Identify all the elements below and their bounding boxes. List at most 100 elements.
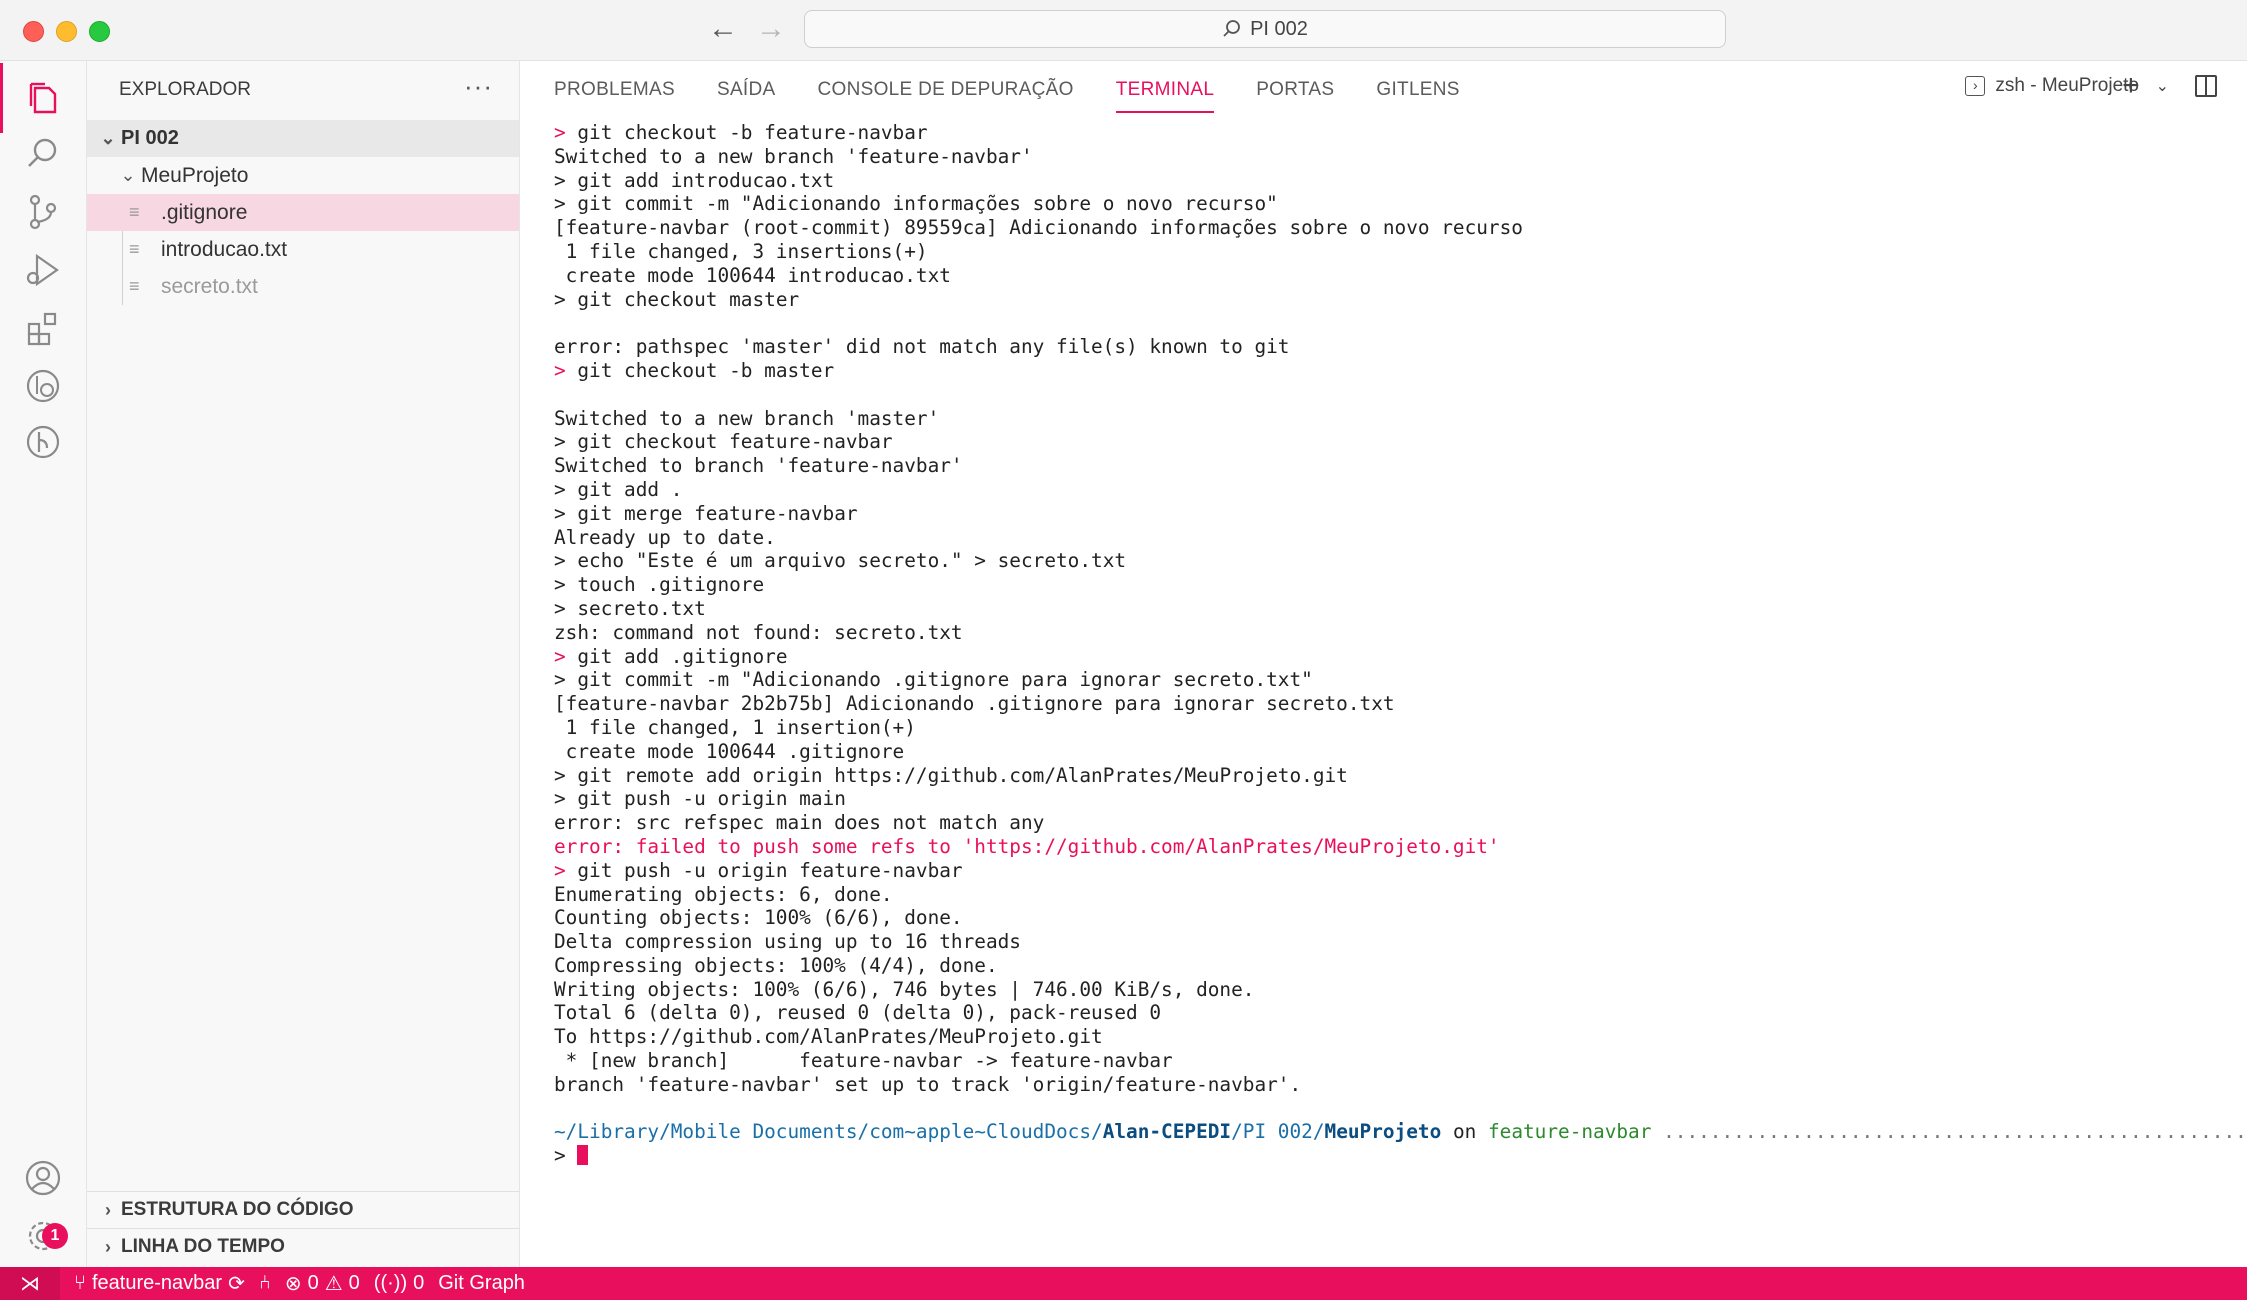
activity-bar: 1 — [0, 61, 87, 1267]
terminal-line: [feature-navbar 2b2b75b] Adicionando .gi… — [554, 692, 2244, 716]
command-text: git merge feature-navbar — [577, 501, 858, 525]
command-text: git checkout master — [577, 287, 800, 311]
git-graph-button[interactable]: Git Graph — [438, 1272, 525, 1295]
terminal-line: Compressing objects: 100% (4/4), done. — [554, 954, 2244, 978]
terminal-line: Switched to a new branch 'master' — [554, 407, 2244, 431]
terminal-name: zsh - MeuProjeto — [1995, 75, 2139, 96]
tab-debug-console[interactable]: CONSOLE DE DEPURAÇÃO — [818, 61, 1074, 113]
folder-label: MeuProjeto — [141, 163, 249, 187]
output-text: 1 file changed, 1 insertion(+) — [554, 715, 916, 739]
terminal-line: > git add . — [554, 478, 2244, 502]
prompt-path-user: Alan-CEPEDI — [1102, 1120, 1232, 1144]
timeline-section[interactable]: › LINHA DO TEMPO — [87, 1228, 519, 1265]
output-text: Compressing objects: 100% (4/4), done. — [554, 953, 998, 977]
maximize-window-button[interactable] — [89, 21, 110, 42]
prompt-symbol: > — [554, 787, 578, 811]
back-arrow-icon[interactable]: ← — [708, 14, 738, 44]
error-count: 0 — [307, 1272, 319, 1294]
command-text: git push -u origin main — [577, 787, 846, 811]
terminal-line: > git merge feature-navbar — [554, 502, 2244, 526]
bottom-panel: PROBLEMAS SAÍDA CONSOLE DE DEPURAÇÃO TER… — [520, 61, 2247, 1267]
output-text: Switched to a new branch 'master' — [554, 406, 940, 430]
output-text: Total 6 (delta 0), reused 0 (delta 0), p… — [554, 1001, 1162, 1025]
prompt-input-line: > — [554, 1144, 2244, 1168]
terminal-line: Counting objects: 100% (6/6), done. — [554, 906, 2244, 930]
terminal-line: branch 'feature-navbar' set up to track … — [554, 1073, 2244, 1097]
chevron-down-icon[interactable]: ⌄ — [2156, 76, 2169, 96]
problems-indicator[interactable]: ⊗ 0 ⚠ 0 — [285, 1271, 360, 1296]
command-text: git add introducao.txt — [577, 168, 835, 192]
explorer-sidebar: EXPLORADOR ··· ⌄ PI 002 ⌄ MeuProjeto ≡ .… — [87, 61, 520, 1267]
prompt-symbol: > — [554, 477, 578, 501]
file-label: introducao.txt — [161, 237, 288, 261]
tab-terminal[interactable]: TERMINAL — [1115, 61, 1215, 113]
workspace-root[interactable]: ⌄ PI 002 — [87, 120, 519, 157]
tab-output[interactable]: SAÍDA — [717, 61, 776, 113]
terminal-line: > git checkout -b feature-navbar — [554, 121, 2244, 145]
forward-arrow-icon[interactable]: → — [756, 14, 786, 44]
panel-tabs: PROBLEMAS SAÍDA CONSOLE DE DEPURAÇÃO TER… — [554, 61, 1502, 113]
prompt-symbol: > — [554, 358, 578, 382]
output-text: Writing objects: 100% (6/6), 746 bytes |… — [554, 977, 1255, 1001]
prompt-symbol: > — [554, 858, 578, 882]
minimize-window-button[interactable] — [56, 21, 77, 42]
outline-section[interactable]: › ESTRUTURA DO CÓDIGO — [87, 1191, 519, 1228]
terminal-line: > git commit -m "Adicionando informações… — [554, 192, 2244, 216]
prompt-symbol: > — [554, 668, 578, 692]
file-secreto[interactable]: ≡ secreto.txt — [87, 268, 519, 305]
prompt-symbol: > — [554, 501, 578, 525]
output-text: Switched to a new branch 'feature-navbar… — [554, 144, 1033, 168]
chevron-down-icon: ⌄ — [120, 165, 136, 185]
file-gitignore[interactable]: ≡ .gitignore — [87, 194, 519, 231]
command-text: git remote add origin https://github.com… — [577, 763, 1348, 787]
prompt-branch: feature-navbar — [1487, 1120, 1652, 1144]
file-introducao[interactable]: ≡ introducao.txt — [87, 231, 519, 268]
explorer-title: EXPLORADOR — [119, 79, 251, 100]
tab-gitlens[interactable]: GITLENS — [1376, 61, 1459, 113]
close-window-button[interactable] — [23, 21, 44, 42]
terminal-line: create mode 100644 .gitignore — [554, 740, 2244, 764]
output-text: 1 file changed, 3 insertions(+) — [554, 239, 928, 263]
prompt-symbol: > — [554, 763, 578, 787]
terminal-instance-selector[interactable]: › zsh - MeuProjeto — [1965, 75, 2139, 97]
prompt-symbol: > — [554, 573, 578, 597]
command-center-search[interactable]: PI 002 — [804, 10, 1726, 48]
prompt-on: on — [1441, 1120, 1488, 1144]
tab-ports[interactable]: PORTAS — [1256, 61, 1334, 113]
more-actions-icon[interactable]: ··· — [464, 71, 493, 102]
terminal-line: error: src refspec main does not match a… — [554, 811, 2244, 835]
command-text: touch .gitignore — [577, 573, 765, 597]
warning-icon: ⚠ — [324, 1273, 343, 1295]
chevron-right-icon: › — [105, 1236, 111, 1257]
prompt-symbol: > — [554, 287, 578, 311]
folder-meuprojeto[interactable]: ⌄ MeuProjeto — [87, 157, 519, 194]
chevron-down-icon: ⌄ — [100, 128, 116, 148]
terminal-line: > touch .gitignore — [554, 573, 2244, 597]
settings-badge: 1 — [42, 1223, 68, 1249]
terminal-output[interactable]: > git checkout -b feature-navbar Switched… — [554, 121, 2244, 1241]
prompt-symbol: > — [554, 192, 578, 216]
prompt-symbol: > — [554, 168, 578, 192]
output-text: create mode 100644 .gitignore — [554, 739, 905, 763]
output-text: error: src refspec main does not match a… — [554, 811, 1045, 835]
remote-indicator-icon[interactable]: ⋊ — [0, 1267, 60, 1300]
new-terminal-plus-icon[interactable]: + — [2122, 69, 2140, 103]
output-text: [feature-navbar 2b2b75b] Adicionando .gi… — [554, 692, 1395, 716]
git-graph-label: Git Graph — [438, 1272, 525, 1294]
ports-count: 0 — [413, 1272, 425, 1294]
command-text: git commit -m "Adicionando informações s… — [577, 192, 1278, 216]
branch-indicator[interactable]: ⑂ feature-navbar ⟳ — [74, 1271, 245, 1296]
split-terminal-icon[interactable] — [2195, 75, 2217, 97]
command-text: git checkout -b feature-navbar — [577, 121, 928, 144]
gitlens-icon[interactable] — [0, 407, 86, 477]
output-text: Switched to branch 'feature-navbar' — [554, 454, 963, 478]
file-lines-icon: ≡ — [129, 276, 140, 296]
publish-indicator[interactable]: ⑃ — [259, 1272, 271, 1295]
tab-problems[interactable]: PROBLEMAS — [554, 61, 675, 113]
terminal-line: > git add introducao.txt — [554, 169, 2244, 193]
output-text: To https://github.com/AlanPrates/MeuProj… — [554, 1025, 1103, 1049]
ports-indicator[interactable]: ((·)) 0 — [374, 1272, 424, 1295]
output-text: [feature-navbar (root-commit) 89559ca] A… — [554, 216, 1523, 240]
